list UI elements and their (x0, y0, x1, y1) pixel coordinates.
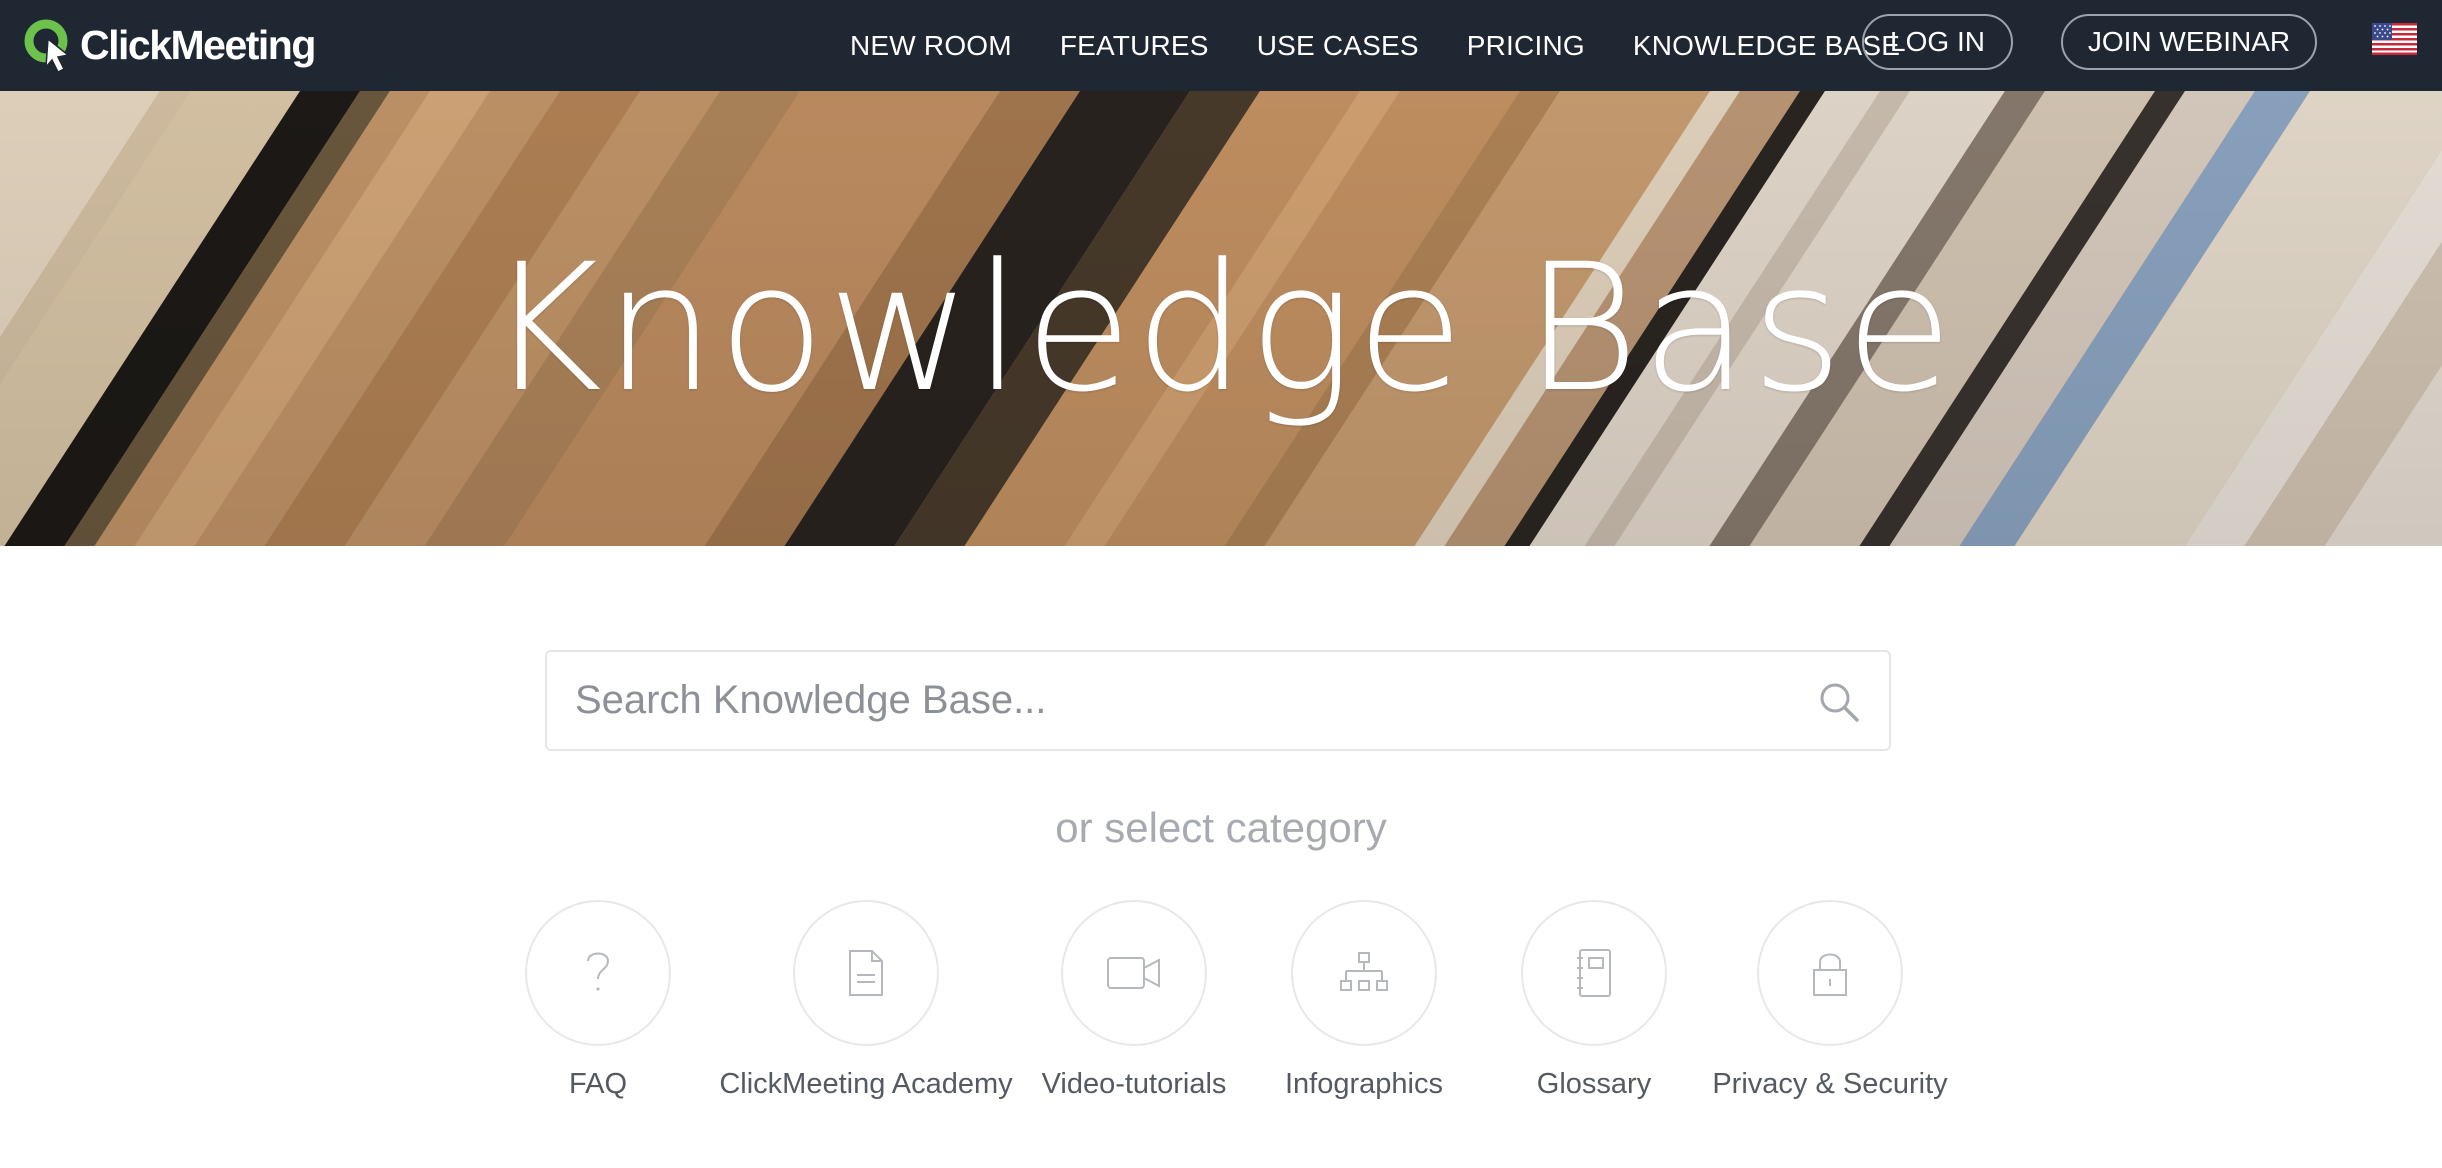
page-title: Knowledge Base (486, 226, 1956, 431)
category-faq[interactable]: FAQ (498, 900, 698, 1101)
category-privacy-security[interactable]: Privacy & Security (1700, 900, 1960, 1101)
category-video-tutorials[interactable]: Video-tutorials (1024, 900, 1244, 1101)
category-circle[interactable] (1061, 900, 1207, 1046)
clickmeeting-logo[interactable]: ClickMeeting (22, 13, 316, 77)
category-circle[interactable] (1291, 900, 1437, 1046)
category-label[interactable]: FAQ (498, 1068, 698, 1101)
us-flag-icon[interactable] (2372, 23, 2417, 55)
nav-features[interactable]: FEATURES (1060, 30, 1209, 62)
join-webinar-button[interactable]: JOIN WEBINAR (2061, 14, 2317, 70)
category-label[interactable]: Infographics (1264, 1068, 1464, 1101)
video-camera-icon (1107, 957, 1160, 989)
nav-pricing[interactable]: PRICING (1467, 30, 1585, 62)
category-infographics[interactable]: Infographics (1264, 900, 1464, 1101)
org-chart-icon (1340, 952, 1388, 991)
category-label[interactable]: ClickMeeting Academy (716, 1068, 1016, 1101)
document-icon (849, 950, 883, 996)
search-input[interactable] (547, 655, 1767, 746)
nav-knowledge-base[interactable]: KNOWLEDGE BASE (1633, 30, 1900, 62)
top-navbar: ClickMeeting NEW ROOM FEATURES USE CASES… (0, 0, 2442, 91)
category-label[interactable]: Video-tutorials (1024, 1068, 1244, 1101)
category-glossary[interactable]: Glossary (1494, 900, 1694, 1101)
logo-icon (24, 19, 70, 73)
main-nav: NEW ROOM FEATURES USE CASES PRICING KNOW… (850, 0, 1948, 91)
search-icon[interactable] (1817, 680, 1861, 724)
category-circle[interactable] (525, 900, 671, 1046)
nav-new-room[interactable]: NEW ROOM (850, 30, 1012, 62)
category-circle[interactable] (1521, 900, 1667, 1046)
logo-text: ClickMeeting (80, 21, 316, 68)
notebook-icon (1577, 949, 1611, 997)
knowledge-base-search (545, 650, 1891, 751)
login-button[interactable]: LOG IN (1862, 14, 2013, 70)
lock-icon (1813, 953, 1847, 996)
category-label[interactable]: Glossary (1494, 1068, 1694, 1101)
hero-banner: Knowledge Base (0, 91, 2442, 546)
category-label[interactable]: Privacy & Security (1700, 1068, 1960, 1101)
question-icon (587, 952, 610, 991)
category-clickmeeting-academy[interactable]: ClickMeeting Academy (716, 900, 1016, 1101)
category-circle[interactable] (793, 900, 939, 1046)
category-circle[interactable] (1757, 900, 1903, 1046)
category-prompt: or select category (1055, 804, 1387, 851)
nav-use-cases[interactable]: USE CASES (1257, 30, 1419, 62)
